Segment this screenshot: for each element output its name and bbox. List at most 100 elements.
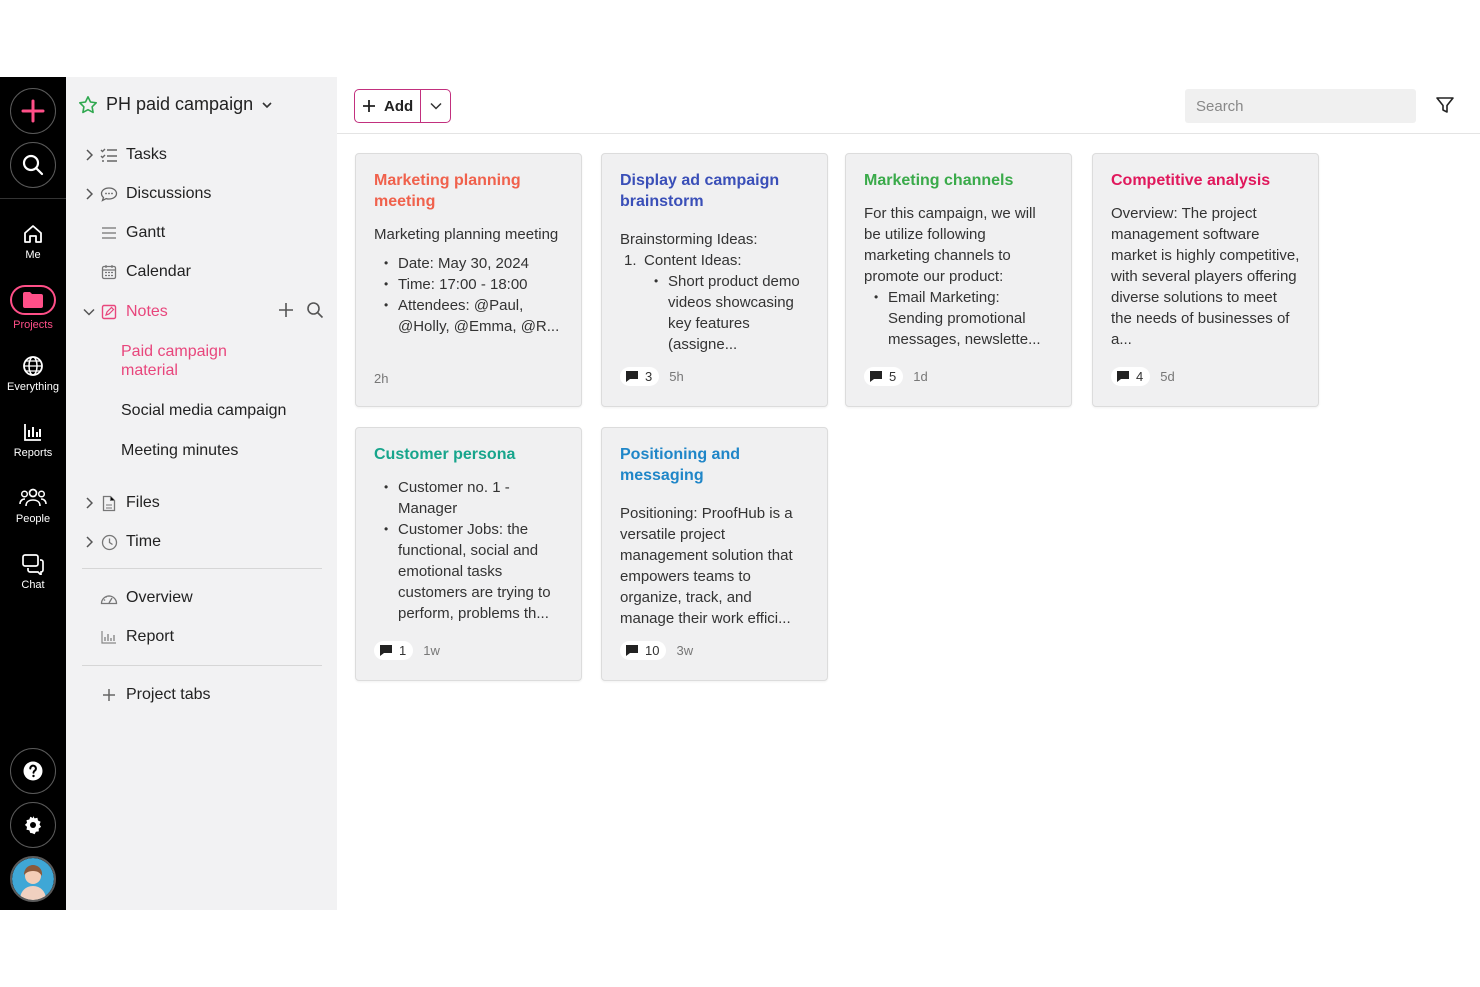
rail-item-me[interactable]: Me bbox=[0, 209, 66, 275]
comment-count-badge: 4 bbox=[1111, 367, 1151, 386]
note-card-body: Customer no. 1 - Manager Customer Jobs: … bbox=[374, 477, 564, 624]
comment-count: 1 bbox=[399, 643, 407, 658]
note-card[interactable]: Competitive analysis Overview: The proje… bbox=[1092, 153, 1319, 407]
rail-item-label: Everything bbox=[7, 381, 59, 393]
rail-item-everything[interactable]: Everything bbox=[0, 341, 66, 407]
sidebar-item-gantt[interactable]: Gantt bbox=[82, 221, 165, 245]
search-icon bbox=[22, 154, 44, 176]
comment-icon bbox=[380, 645, 392, 656]
note-card-body: For this campaign, we will be utilize fo… bbox=[864, 203, 1054, 350]
comment-icon bbox=[870, 371, 882, 382]
note-card[interactable]: Customer persona Customer no. 1 - Manage… bbox=[355, 427, 582, 681]
sidebar-item-time[interactable]: Time bbox=[82, 530, 161, 554]
plus-icon bbox=[21, 99, 45, 123]
sidebar-item-files[interactable]: Files bbox=[82, 491, 160, 515]
sidebar-item-discussions[interactable]: Discussions bbox=[82, 182, 211, 206]
user-avatar[interactable] bbox=[10, 856, 56, 902]
comment-icon bbox=[626, 371, 638, 382]
note-item-meeting-minutes[interactable]: Meeting minutes bbox=[121, 441, 238, 460]
sidebar-item-label: Time bbox=[126, 533, 161, 550]
note-card-title: Marketing channels bbox=[864, 172, 1014, 189]
note-card-body: Overview: The project management softwar… bbox=[1111, 203, 1301, 350]
rail-item-projects[interactable]: Projects bbox=[0, 275, 66, 341]
chat-icon bbox=[22, 554, 44, 575]
note-bullet: Customer no. 1 - Manager bbox=[380, 477, 564, 519]
comment-count: 5 bbox=[889, 369, 897, 384]
rail-item-chat[interactable]: Chat bbox=[0, 539, 66, 605]
note-card[interactable]: Marketing planning meeting Marketing pla… bbox=[355, 153, 582, 407]
chevron-right-icon[interactable] bbox=[82, 497, 96, 509]
globe-icon bbox=[23, 356, 43, 376]
sidebar-item-overview[interactable]: Overview bbox=[82, 586, 193, 610]
help-button[interactable] bbox=[10, 748, 56, 794]
note-card-footer: 4 5d bbox=[1111, 367, 1175, 386]
note-card-footer: 10 3w bbox=[620, 641, 693, 660]
add-button-label: Add bbox=[384, 97, 414, 115]
sidebar-divider bbox=[82, 568, 322, 569]
chevron-right-icon[interactable] bbox=[82, 149, 96, 161]
app-window: Me Projects Everything Reports People Ch… bbox=[0, 77, 1480, 910]
sidebar-item-project-tabs[interactable]: Project tabs bbox=[82, 683, 210, 707]
rail-item-reports[interactable]: Reports bbox=[0, 407, 66, 473]
filter-icon[interactable] bbox=[1435, 95, 1455, 115]
note-card[interactable]: Positioning and messaging Positioning: P… bbox=[601, 427, 828, 681]
note-numbered-item: 1. Content Ideas: bbox=[624, 250, 810, 271]
discussion-icon bbox=[98, 186, 120, 202]
toolbar: Add bbox=[337, 77, 1480, 134]
note-card[interactable]: Display ad campaign brainstorm Brainstor… bbox=[601, 153, 828, 407]
global-search-button[interactable] bbox=[10, 142, 56, 188]
chevron-right-icon[interactable] bbox=[82, 188, 96, 200]
help-icon bbox=[23, 761, 43, 781]
chevron-down-icon[interactable] bbox=[82, 308, 96, 316]
note-bullet: Customer Jobs: the functional, social an… bbox=[380, 519, 564, 624]
note-card-intro: For this campaign, we will be utilize fo… bbox=[864, 205, 1036, 285]
search-input[interactable] bbox=[1185, 89, 1416, 123]
note-card-body: Brainstorming Ideas: 1. Content Ideas: Sh… bbox=[620, 229, 810, 355]
sidebar-item-label: Files bbox=[126, 494, 160, 511]
note-card[interactable]: Marketing channels For this campaign, we… bbox=[845, 153, 1072, 407]
sidebar-item-label: Overview bbox=[126, 589, 193, 606]
quick-add-button[interactable] bbox=[10, 88, 56, 134]
note-card-footer: 2h bbox=[374, 371, 388, 386]
rail-item-label: People bbox=[15, 513, 51, 525]
note-card-footer: 1 1w bbox=[374, 641, 440, 660]
home-icon bbox=[24, 225, 42, 243]
calendar-icon bbox=[98, 264, 120, 280]
note-card-footer: 5 1d bbox=[864, 367, 928, 386]
rail-item-label: Projects bbox=[13, 319, 53, 331]
add-button[interactable]: Add bbox=[355, 90, 421, 122]
note-item-paid-campaign-material[interactable]: Paid campaign material bbox=[121, 342, 261, 380]
sidebar-item-label: Tasks bbox=[126, 146, 167, 163]
gantt-icon bbox=[98, 226, 120, 240]
add-dropdown-button[interactable] bbox=[421, 90, 450, 122]
add-note-icon[interactable] bbox=[278, 302, 294, 318]
note-bullet: Attendees: @Paul, @Holly, @Emma, @R... bbox=[380, 295, 564, 337]
projects-pill bbox=[10, 285, 56, 315]
note-bullet: Short product demo videos showcasing key… bbox=[650, 271, 810, 355]
settings-button[interactable] bbox=[10, 802, 56, 848]
sidebar-item-notes[interactable]: Notes bbox=[82, 300, 168, 324]
sidebar-item-label: Calendar bbox=[126, 263, 191, 280]
project-title-selector[interactable]: PH paid campaign bbox=[78, 94, 273, 115]
search-notes-icon[interactable] bbox=[306, 301, 324, 319]
task-list-icon bbox=[98, 147, 120, 163]
note-card-body: Positioning: ProofHub is a versatile pro… bbox=[620, 503, 810, 629]
notes-board: Add Marketing planning meeting Marketing… bbox=[337, 77, 1480, 910]
folder-icon bbox=[23, 292, 43, 308]
rail-item-people[interactable]: People bbox=[0, 473, 66, 539]
notes-actions bbox=[278, 301, 324, 319]
sidebar-item-tasks[interactable]: Tasks bbox=[82, 143, 167, 167]
note-card-title: Competitive analysis bbox=[1111, 172, 1271, 189]
note-card-intro: Brainstorming Ideas: bbox=[620, 231, 758, 248]
rail-item-label: Reports bbox=[13, 447, 53, 459]
note-card-title: Positioning and messaging bbox=[620, 446, 740, 484]
sidebar-item-report[interactable]: Report bbox=[82, 625, 174, 649]
comment-count: 3 bbox=[645, 369, 653, 384]
sidebar-item-label: Report bbox=[126, 628, 175, 645]
note-card-bullets: Email Marketing: Sending promotional mes… bbox=[864, 287, 1054, 350]
plus-icon bbox=[98, 688, 120, 702]
star-icon[interactable] bbox=[78, 95, 98, 115]
note-item-social-media-campaign[interactable]: Social media campaign bbox=[121, 401, 286, 420]
sidebar-item-calendar[interactable]: Calendar bbox=[82, 260, 191, 284]
chevron-right-icon[interactable] bbox=[82, 536, 96, 548]
